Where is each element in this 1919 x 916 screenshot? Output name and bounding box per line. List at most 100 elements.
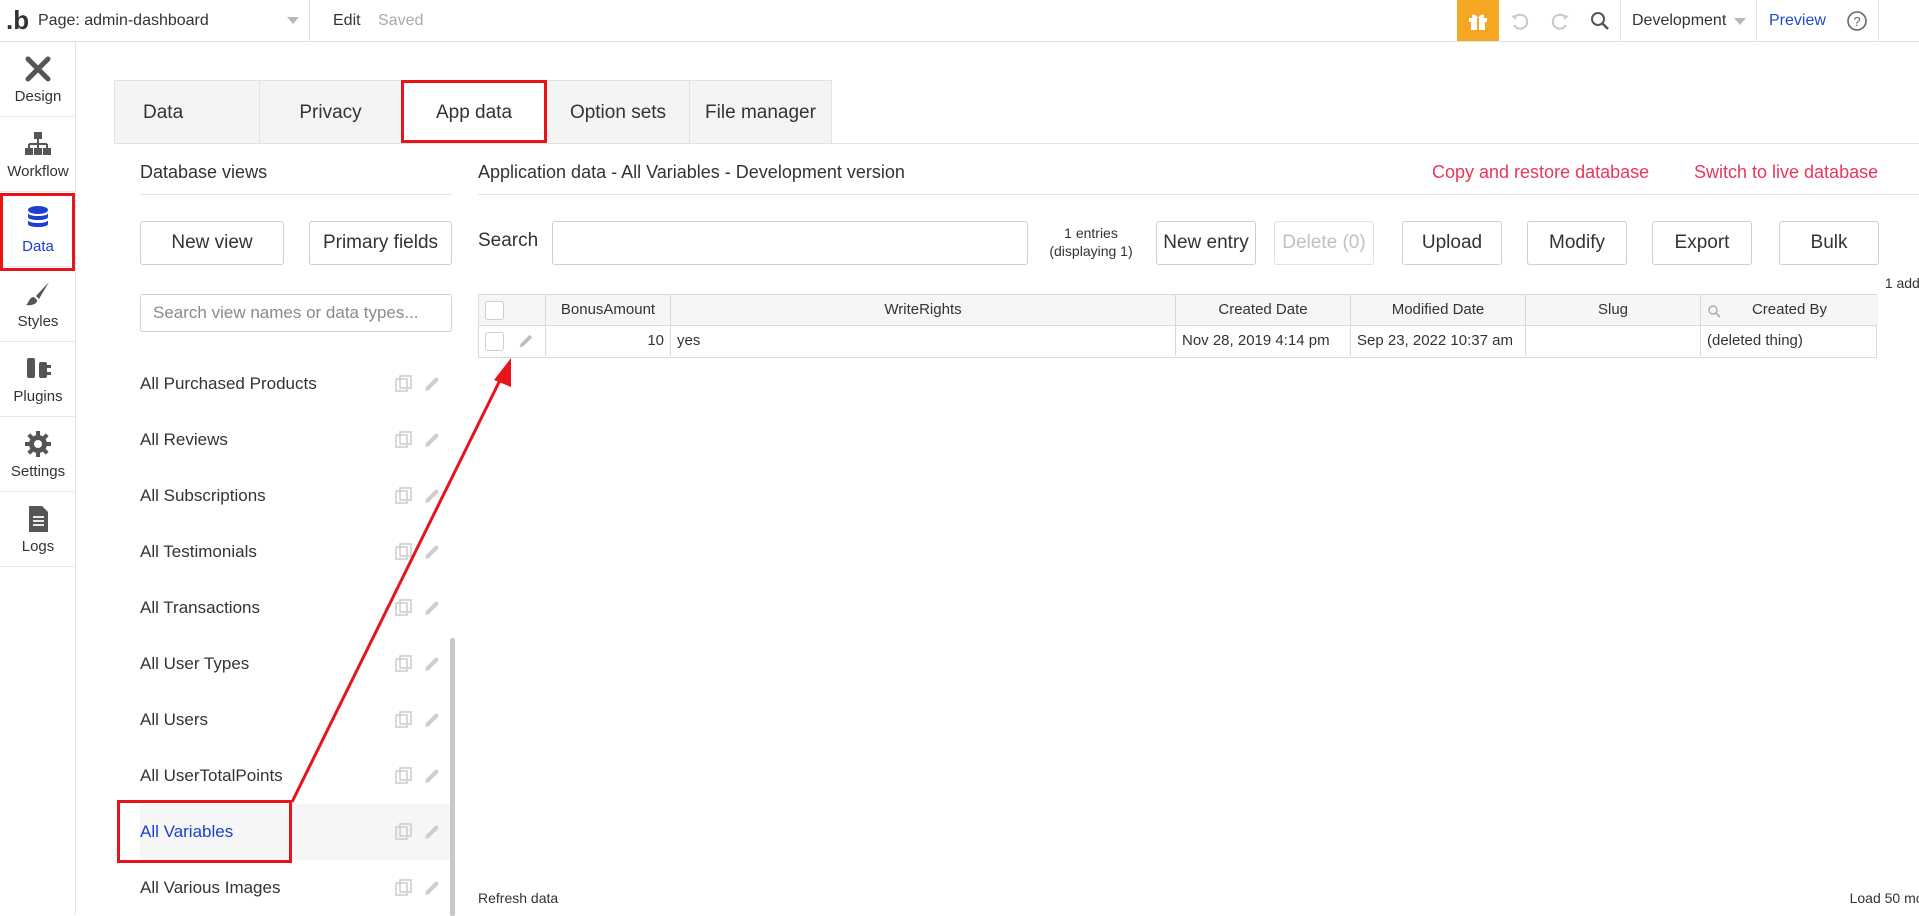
pencil-icon[interactable] [422, 598, 442, 618]
views-scrollbar[interactable] [450, 638, 455, 916]
search-label: Search [478, 230, 539, 251]
pencil-icon[interactable] [422, 486, 442, 506]
view-item-label: All Testimonials [140, 542, 257, 561]
redo-button[interactable] [1543, 0, 1577, 42]
copy-restore-database-link[interactable]: Copy and restore database [1432, 162, 1649, 183]
table-cell[interactable]: yes [671, 326, 1176, 356]
sidebar-item-label: Styles [17, 312, 59, 330]
pencil-icon[interactable] [422, 878, 442, 898]
bubble-logo-icon[interactable]: .b [4, 4, 30, 35]
copy-icon[interactable] [394, 430, 414, 450]
load-more-link[interactable]: Load 50 more items... [1850, 890, 1919, 906]
export-button[interactable]: Export [1652, 221, 1752, 265]
column-header[interactable]: WriteRights [671, 295, 1176, 325]
additional-fields-link[interactable]: 1 additional fields [1885, 275, 1919, 291]
copy-icon[interactable] [394, 766, 414, 786]
view-item-all-purchased-products[interactable]: All Purchased Products [140, 356, 452, 412]
sidebar-item-settings[interactable]: Settings [0, 417, 76, 492]
search-views-input[interactable] [140, 294, 452, 332]
tab-app-data[interactable]: App data [401, 80, 546, 144]
search-input[interactable] [552, 221, 1028, 265]
view-item-all-usertotalpoints[interactable]: All UserTotalPoints [140, 748, 452, 804]
page-selector[interactable]: Page: admin-dashboard [38, 0, 310, 42]
table-cell[interactable]: (deleted thing) [1701, 326, 1878, 356]
table-cell[interactable]: Nov 28, 2019 4:14 pm [1176, 326, 1351, 356]
sidebar-item-logs[interactable]: Logs [0, 492, 76, 567]
column-header[interactable]: Slug [1526, 295, 1701, 325]
tab-privacy[interactable]: Privacy [259, 80, 401, 144]
copy-icon[interactable] [394, 654, 414, 674]
pencil-icon[interactable] [422, 374, 442, 394]
tab-file-manager[interactable]: File manager [689, 80, 832, 144]
pencil-icon[interactable] [422, 710, 442, 730]
switch-live-database-link[interactable]: Switch to live database [1694, 162, 1878, 183]
entries-count: 1 entries (displaying 1) [1036, 224, 1146, 260]
copy-icon[interactable] [394, 374, 414, 394]
column-header[interactable]: BonusAmount [546, 295, 671, 325]
sidebar-item-workflow[interactable]: Workflow [0, 117, 76, 192]
select-all-cell [479, 295, 546, 325]
modify-button[interactable]: Modify [1527, 221, 1627, 265]
delete-button[interactable]: Delete (0) [1274, 221, 1374, 265]
copy-icon[interactable] [394, 486, 414, 506]
new-entry-button[interactable]: New entry [1156, 221, 1256, 265]
environment-selector[interactable]: Development [1632, 0, 1746, 42]
copy-icon[interactable] [394, 542, 414, 562]
refresh-data-link[interactable]: Refresh data [478, 890, 558, 906]
table-cell[interactable] [1526, 326, 1701, 356]
toolbar-divider [1620, 0, 1621, 42]
tab-option-sets[interactable]: Option sets [546, 80, 689, 144]
search-icon [1591, 12, 1609, 30]
bulk-button[interactable]: Bulk [1779, 221, 1879, 265]
view-item-label: All User Types [140, 654, 250, 673]
sidebar-item-data[interactable]: Data [0, 192, 76, 267]
primary-fields-button[interactable]: Primary fields [309, 221, 452, 265]
copy-icon[interactable] [394, 598, 414, 618]
view-item-all-users[interactable]: All Users [140, 692, 452, 748]
table-cell[interactable]: Sep 23, 2022 10:37 am [1351, 326, 1526, 356]
sidebar-item-styles[interactable]: Styles [0, 267, 76, 342]
edit-menu[interactable]: Edit [333, 0, 361, 42]
copy-icon[interactable] [394, 878, 414, 898]
svg-text:?: ? [1853, 14, 1860, 29]
view-item-all-subscriptions[interactable]: All Subscriptions [140, 468, 452, 524]
pencil-icon[interactable] [422, 766, 442, 786]
preview-link[interactable]: Preview [1769, 0, 1826, 42]
gift-button[interactable] [1457, 0, 1499, 41]
search-button[interactable] [1583, 0, 1617, 42]
view-item-all-user-types[interactable]: All User Types [140, 636, 452, 692]
pencil-icon[interactable] [422, 542, 442, 562]
pencil-icon[interactable] [422, 430, 442, 450]
column-header[interactable]: Modified Date [1351, 295, 1526, 325]
column-header-created-by[interactable]: Created By [1701, 295, 1878, 325]
sidebar-item-plugins[interactable]: Plugins [0, 342, 76, 417]
pencil-icon[interactable] [422, 654, 442, 674]
view-item-all-reviews[interactable]: All Reviews [140, 412, 452, 468]
redo-icon [1551, 13, 1569, 30]
undo-button[interactable] [1503, 0, 1537, 42]
svg-text:.b: .b [6, 5, 29, 34]
table-cell[interactable]: 10 [546, 326, 671, 356]
copy-icon[interactable] [394, 710, 414, 730]
pencil-icon[interactable] [422, 822, 442, 842]
upload-button[interactable]: Upload [1402, 221, 1502, 265]
view-item-all-various-images[interactable]: All Various Images [140, 860, 452, 916]
view-item-label: All Users [140, 710, 209, 729]
view-item-all-variables[interactable]: All Variables [140, 804, 452, 860]
tab-data-types[interactable]: Data types [114, 80, 259, 187]
table-row: 10 yes Nov 28, 2019 4:14 pm Sep 23, 2022… [479, 326, 1876, 357]
help-icon: ? [1847, 11, 1867, 31]
search-icon[interactable] [1707, 304, 1721, 318]
copy-icon[interactable] [394, 822, 414, 842]
sidebar-item-label: Settings [10, 462, 66, 480]
view-item-all-testimonials[interactable]: All Testimonials [140, 524, 452, 580]
row-checkbox[interactable] [485, 332, 504, 351]
help-button[interactable]: ? [1840, 0, 1874, 42]
select-all-checkbox[interactable] [485, 301, 504, 320]
divider [140, 194, 452, 195]
new-view-button[interactable]: New view [140, 221, 284, 265]
view-item-all-transactions[interactable]: All Transactions [140, 580, 452, 636]
sidebar-item-design[interactable]: Design [0, 42, 76, 117]
pencil-icon[interactable] [517, 332, 535, 350]
column-header[interactable]: Created Date [1176, 295, 1351, 325]
